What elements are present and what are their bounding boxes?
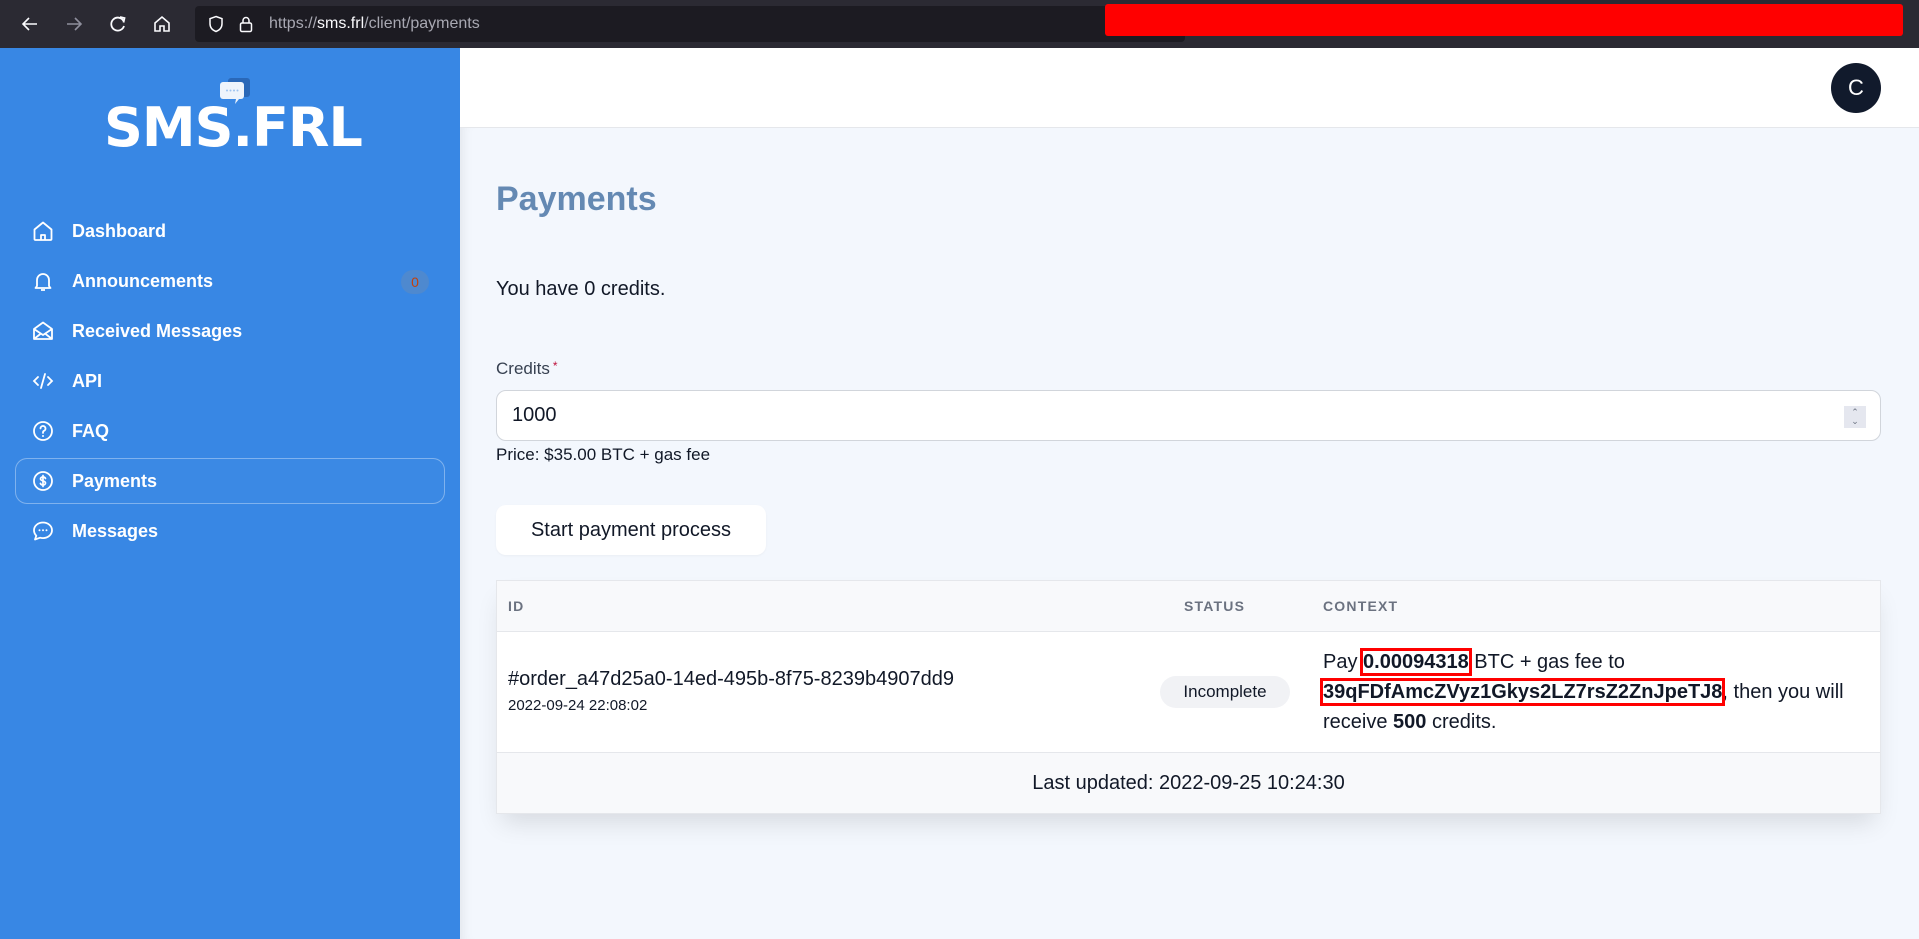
column-header-id: ID — [508, 598, 525, 614]
question-circle-icon — [31, 419, 55, 443]
shield-icon — [209, 15, 223, 33]
credits-label: Credits * — [496, 359, 558, 378]
table-row: #order_a47d25a0-14ed-495b-8f75-8239b4907… — [497, 632, 1880, 753]
dollar-circle-icon — [31, 469, 55, 493]
sidebar-item-label: Messages — [72, 520, 159, 541]
announcements-count-badge: 0 — [401, 270, 429, 294]
btc-address: 39qFDfAmcZVyz1Gkys2LZ7rsZ2ZnJpeTJ8 — [1319, 678, 1726, 706]
chevron-down-icon[interactable]: ⌄ — [1851, 417, 1859, 426]
sidebar-item-payments[interactable]: Payments — [15, 458, 445, 504]
forward-button[interactable] — [52, 0, 96, 48]
back-button[interactable] — [8, 0, 52, 48]
sidebar-item-dashboard[interactable]: Dashboard — [15, 208, 445, 254]
user-avatar[interactable]: C — [1831, 63, 1881, 113]
credits-amount: 500 — [1393, 711, 1427, 733]
credits-input-value: 1000 — [512, 404, 557, 426]
arrow-left-icon — [21, 17, 37, 31]
home-icon — [31, 219, 55, 243]
reload-button[interactable] — [96, 0, 140, 48]
browser-toolbar: https://sms.frl/client/payments — [0, 0, 1919, 48]
bell-icon — [31, 269, 55, 293]
order-date: 2022-09-24 22:08:02 — [508, 697, 648, 714]
table-header: ID STATUS CONTEXT — [497, 581, 1880, 632]
chat-bubble-icon — [31, 519, 55, 543]
sidebar-item-faq[interactable]: FAQ — [15, 408, 445, 454]
column-header-context: CONTEXT — [1323, 598, 1399, 614]
sidebar-item-announcements[interactable]: Announcements 0 — [15, 258, 445, 304]
required-mark: * — [552, 359, 558, 373]
top-header: C — [460, 48, 1919, 128]
logo-text: SMS.FRL — [104, 96, 363, 159]
sidebar-item-label: Received Messages — [72, 320, 243, 341]
address-bar[interactable]: https://sms.frl/client/payments — [195, 6, 1185, 42]
envelope-open-icon — [31, 319, 55, 343]
sidebar-item-label: Dashboard — [72, 220, 167, 241]
number-spinner[interactable]: ⌃ ⌄ — [1844, 406, 1866, 428]
arrow-right-icon — [67, 17, 83, 31]
sidebar-item-label: Announcements — [72, 270, 214, 291]
btc-amount: 0.00094318 — [1360, 648, 1472, 676]
sidebar-nav: Dashboard Announcements 0 Received Messa… — [15, 208, 445, 558]
table-footer: Last updated: 2022-09-25 10:24:30 — [497, 753, 1880, 813]
logo[interactable]: SMS.FRL — [104, 78, 363, 158]
sidebar-item-api[interactable]: API — [15, 358, 445, 404]
price-text: Price: $35.00 BTC + gas fee — [496, 445, 711, 464]
main-content: Payments You have 0 credits. Credits * 10… — [460, 128, 1919, 939]
home-button[interactable] — [140, 0, 184, 48]
sidebar: SMS.FRL Dashboard Announcements 0 Receiv… — [0, 48, 460, 939]
url-text: https://sms.frl/client/payments — [269, 15, 480, 32]
sidebar-item-label: Payments — [72, 470, 158, 491]
order-id: #order_a47d25a0-14ed-495b-8f75-8239b4907… — [508, 668, 954, 690]
column-header-status: STATUS — [1184, 598, 1246, 614]
sidebar-item-messages[interactable]: Messages — [15, 508, 445, 554]
credits-balance-text: You have 0 credits. — [496, 278, 666, 300]
page-title: Payments — [496, 180, 657, 218]
home-icon — [154, 15, 170, 32]
lock-icon — [239, 16, 253, 33]
status-badge: Incomplete — [1160, 676, 1290, 708]
payments-table: ID STATUS CONTEXT #order_a47d25a0-14ed-4… — [496, 580, 1881, 814]
start-payment-button[interactable]: Start payment process — [496, 505, 766, 555]
payment-context: Pay 0.00094318 BTC + gas fee to 39qFDfAm… — [1319, 648, 1844, 733]
credits-input[interactable]: 1000 ⌃ ⌄ — [496, 390, 1881, 441]
sidebar-item-received-messages[interactable]: Received Messages — [15, 308, 445, 354]
sidebar-item-label: FAQ — [72, 420, 110, 441]
reload-icon — [110, 16, 126, 32]
redacted-area — [1105, 4, 1903, 36]
code-icon — [31, 369, 55, 393]
sidebar-item-label: API — [72, 370, 103, 391]
